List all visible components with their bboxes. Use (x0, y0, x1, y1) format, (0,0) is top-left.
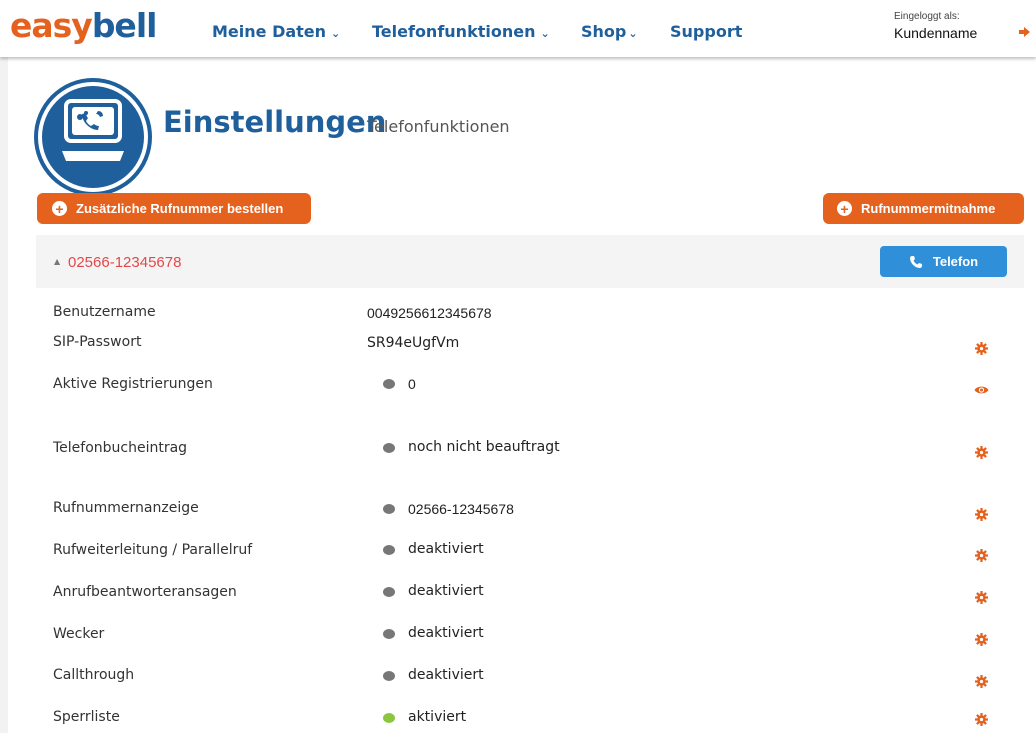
logo-part-bell: bell (91, 6, 158, 45)
collapse-caret-icon[interactable]: ▲ (54, 257, 60, 266)
row-value-anrufbeantworteransagen: deaktiviert (408, 583, 484, 599)
row-value-telefonbucheintrag: noch nicht beauftragt (408, 439, 560, 455)
row-label-aktive-registrierungen: Aktive Registrierungen (53, 376, 213, 392)
row-label-telefonbucheintrag: Telefonbucheintrag (53, 440, 188, 456)
order-additional-number-button[interactable]: + Zusätzliche Rufnummer bestellen (37, 193, 311, 224)
row-value-wecker: deaktiviert (408, 625, 484, 641)
logout-icon[interactable] (1019, 27, 1031, 40)
row-label-callthrough: Callthrough (53, 667, 135, 683)
status-dot-gray (383, 545, 395, 555)
chevron-down-icon: ⌄ (540, 27, 550, 40)
nav-support[interactable]: Support (670, 22, 742, 41)
nav-support-label: Support (670, 22, 743, 41)
gear-icon[interactable] (975, 713, 988, 726)
row-label-wecker: Wecker (53, 626, 105, 642)
gear-icon[interactable] (975, 549, 988, 562)
status-dot-gray (383, 629, 395, 639)
page-title: Einstellungen (163, 105, 387, 139)
nav-meine-daten[interactable]: Meine Daten ⌄ (212, 22, 340, 41)
eye-icon[interactable] (974, 385, 989, 395)
row-label-rufnummernanzeige: Rufnummernanzeige (53, 500, 199, 516)
status-dot-gray (383, 379, 395, 389)
order-additional-number-label: Zusätzliche Rufnummer bestellen (76, 201, 284, 216)
page-subtitle: Telefonfunktionen (367, 117, 510, 136)
row-value-rufnummernanzeige: 02566-12345678 (408, 501, 514, 517)
number-porting-label: Rufnummermitnahme (861, 201, 996, 216)
easybell-logo[interactable]: easybell (10, 6, 158, 46)
status-dot-green (383, 713, 395, 723)
gear-icon[interactable] (975, 446, 988, 459)
status-dot-gray (383, 671, 395, 681)
row-label-rufweiterleitung: Rufweiterleitung / Parallelruf (53, 542, 253, 558)
logged-in-label: Eingeloggt als: (894, 11, 960, 22)
gear-icon[interactable] (975, 342, 988, 355)
status-dot-gray (383, 504, 395, 514)
gear-icon[interactable] (975, 508, 988, 521)
row-value-callthrough: deaktiviert (408, 667, 484, 683)
row-label-benutzername: Benutzername (53, 304, 156, 320)
row-value-benutzername: 0049256612345678 (367, 305, 492, 321)
nav-shop[interactable]: Shop ⌄ (581, 22, 638, 41)
row-label-anrufbeantworteransagen: Anrufbeantworteransagen (53, 584, 237, 600)
plus-circle-icon: + (837, 201, 852, 216)
telefon-button-label: Telefon (932, 254, 979, 269)
logo-part-easy: easy (10, 6, 93, 45)
logged-in-username[interactable]: Kundenname (894, 25, 977, 41)
row-label-sperrliste: Sperrliste (53, 709, 120, 725)
phone-icon (909, 255, 922, 268)
row-value-sperrliste: aktiviert (408, 709, 467, 725)
plus-circle-icon: + (52, 201, 67, 216)
row-label-sip-passwort: SIP-Passwort (53, 334, 142, 350)
chevron-down-icon: ⌄ (331, 27, 341, 40)
status-dot-gray (383, 587, 395, 597)
monitor-phone-icon (62, 99, 124, 161)
gear-icon[interactable] (975, 591, 988, 604)
gear-icon[interactable] (975, 675, 988, 688)
nav-telefonfunktionen[interactable]: Telefonfunktionen ⌄ (372, 22, 550, 41)
status-dot-gray (383, 443, 395, 453)
content-page (8, 57, 1036, 733)
row-value-aktive-registrierungen: 0 (408, 376, 416, 392)
nav-meine-daten-label: Meine Daten (212, 22, 327, 41)
row-value-rufweiterleitung: deaktiviert (408, 541, 484, 557)
nav-shop-label: Shop (581, 22, 627, 41)
nav-telefonfunktionen-label: Telefonfunktionen (372, 22, 536, 41)
telefon-button[interactable]: Telefon (880, 246, 1007, 277)
number-panel-header[interactable] (36, 235, 1024, 288)
row-value-sip-passwort: SR94eUgfVm (367, 335, 460, 351)
chevron-down-icon: ⌄ (628, 27, 638, 40)
panel-phone-number[interactable]: 02566-12345678 (68, 254, 181, 271)
number-porting-button[interactable]: + Rufnummermitnahme (823, 193, 1024, 224)
top-navbar: easybell Meine Daten ⌄ Telefonfunktionen ⌄… (0, 0, 1036, 57)
gear-icon[interactable] (975, 633, 988, 646)
